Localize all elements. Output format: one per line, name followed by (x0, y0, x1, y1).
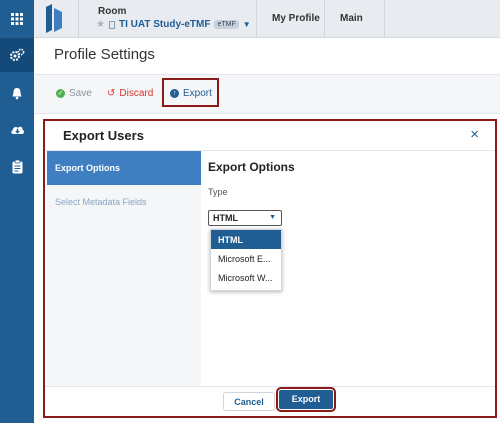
apps-button[interactable] (0, 0, 34, 38)
document-icon (108, 20, 115, 29)
page-title: Profile Settings (54, 46, 155, 63)
modal-footer: Cancel Export (45, 386, 495, 416)
breadcrumb-main[interactable]: Main (340, 13, 363, 24)
room-label: Room (98, 6, 127, 17)
undo-icon: ↺ (107, 88, 116, 99)
gears-icon (10, 48, 25, 61)
top-header: Room ★ TI UAT Study-eTMF eTMF ▼ My Profi… (34, 0, 500, 38)
app-logo (46, 4, 62, 33)
save-button[interactable]: ✓ Save (56, 88, 92, 99)
discard-label: Discard (119, 88, 154, 99)
sidebar-item-select-metadata-fields[interactable]: Select Metadata Fields (55, 197, 147, 207)
close-icon[interactable]: × (470, 126, 479, 143)
chevron-down-icon[interactable]: ▼ (243, 20, 251, 29)
export-users-modal: Export Users × Export Options Select Met… (43, 119, 497, 418)
download-rail-button[interactable] (0, 113, 34, 147)
modal-sidebar: Export Options Select Metadata Fields (47, 151, 201, 386)
save-label: Save (69, 88, 92, 99)
notifications-rail-button[interactable] (0, 76, 34, 110)
breadcrumb-my-profile[interactable]: My Profile (272, 13, 320, 24)
type-dropdown-menu: HTML Microsoft E... Microsoft W... (210, 229, 282, 291)
chevron-down-icon: ▼ (269, 214, 276, 221)
type-option-html[interactable]: HTML (211, 230, 281, 249)
study-name: TI UAT Study-eTMF (118, 19, 211, 30)
type-select[interactable]: HTML ▼ (208, 210, 282, 226)
clipboard-icon (12, 160, 22, 174)
cloud-download-icon (10, 126, 24, 134)
study-badge: eTMF (214, 20, 239, 29)
modal-header: Export Users × (45, 121, 495, 151)
room-selector[interactable]: ★ TI UAT Study-eTMF eTMF ▼ (96, 19, 251, 30)
left-rail (0, 0, 34, 423)
settings-rail-button[interactable] (0, 38, 34, 72)
modal-title: Export Users (63, 128, 144, 143)
header-separator (78, 0, 79, 38)
header-separator (256, 0, 257, 38)
sidebar-item-export-options[interactable]: Export Options (47, 151, 201, 185)
star-icon[interactable]: ★ (96, 19, 105, 30)
type-option-microsoft-excel[interactable]: Microsoft E... (211, 249, 281, 268)
header-separator (384, 0, 385, 38)
export-button-highlight (162, 78, 219, 107)
header-separator (324, 0, 325, 38)
bell-icon (12, 87, 22, 99)
modal-export-button[interactable]: Export (276, 387, 336, 412)
toolbar: ✓ Save ↺ Discard ↑ Export (34, 74, 500, 114)
section-title: Export Options (208, 160, 295, 174)
grid-icon (11, 13, 23, 25)
cancel-button[interactable]: Cancel (223, 392, 275, 411)
discard-button[interactable]: ↺ Discard (107, 88, 153, 99)
type-label: Type (208, 187, 228, 197)
check-icon: ✓ (56, 89, 65, 98)
type-option-microsoft-word[interactable]: Microsoft W... (211, 268, 281, 287)
type-select-value: HTML (213, 213, 238, 223)
tasks-rail-button[interactable] (0, 150, 34, 184)
